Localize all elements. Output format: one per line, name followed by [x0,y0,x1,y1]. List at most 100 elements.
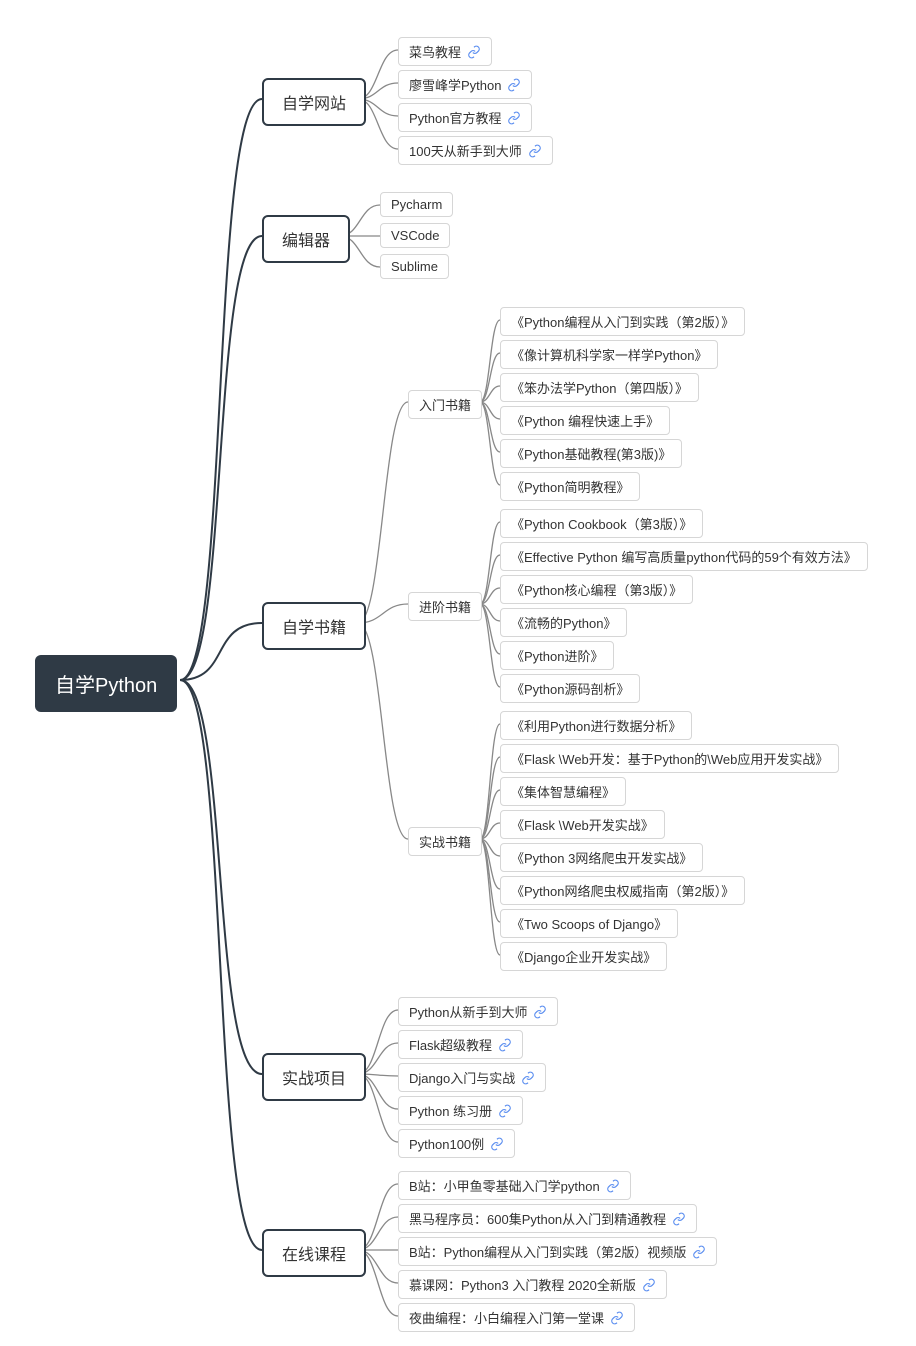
leaf-label: 廖雪峰学Python [409,75,501,94]
leaf-books_practice-7[interactable]: 《Django企业开发实战》 [500,942,667,971]
leaf-projects-1[interactable]: Flask超级教程 [398,1030,523,1059]
branch-label: 在线课程 [282,1247,346,1264]
link-icon [672,1212,686,1226]
leaf-courses-3[interactable]: 慕课网：Python3 入门教程 2020全新版 [398,1270,667,1299]
leaf-books_intro-2[interactable]: 《笨办法学Python（第四版）》 [500,373,699,402]
branch-websites[interactable]: 自学网站 [262,78,366,126]
leaf-editors-0[interactable]: Pycharm [380,192,453,217]
branch-books[interactable]: 自学书籍 [262,602,366,650]
leaf-label: 《集体智慧编程》 [511,782,615,801]
leaf-label: 《Flask \Web开发实战》 [511,815,654,834]
leaf-courses-2[interactable]: B站：Python编程从入门到实践（第2版）视频版 [398,1237,717,1266]
leaf-books_adv-1[interactable]: 《Effective Python 编写高质量python代码的59个有效方法》 [500,542,868,571]
leaf-label: 《Python编程从入门到实践（第2版）》 [511,312,734,331]
leaf-label: Sublime [391,259,438,274]
branch-label: 编辑器 [282,233,330,250]
leaf-books_practice-3[interactable]: 《Flask \Web开发实战》 [500,810,665,839]
leaf-label: 《Flask \Web开发：基于Python的\Web应用开发实战》 [511,749,828,768]
leaf-books_practice-0[interactable]: 《利用Python进行数据分析》 [500,711,692,740]
leaf-websites-3[interactable]: 100天从新手到大师 [398,136,553,165]
link-icon [642,1278,656,1292]
leaf-label: 《Python核心编程（第3版）》 [511,580,682,599]
subbranch-books-practice[interactable]: 实战书籍 [408,827,482,856]
leaf-label: 《Python Cookbook（第3版）》 [511,514,692,533]
leaf-books_adv-5[interactable]: 《Python源码剖析》 [500,674,640,703]
leaf-books_intro-0[interactable]: 《Python编程从入门到实践（第2版）》 [500,307,745,336]
leaf-projects-2[interactable]: Django入门与实战 [398,1063,546,1092]
leaf-editors-2[interactable]: Sublime [380,254,449,279]
leaf-books_intro-5[interactable]: 《Python简明教程》 [500,472,640,501]
leaf-label: 黑马程序员：600集Python从入门到精通教程 [409,1209,666,1228]
leaf-label: 《Python网络爬虫权威指南（第2版）》 [511,881,734,900]
leaf-books_adv-4[interactable]: 《Python进阶》 [500,641,614,670]
link-icon [610,1311,624,1325]
leaf-books_adv-2[interactable]: 《Python核心编程（第3版）》 [500,575,693,604]
leaf-label: 《Two Scoops of Django》 [511,914,667,933]
leaf-courses-0[interactable]: B站：小甲鱼零基础入门学python [398,1171,631,1200]
leaf-label: 《Python 3网络爬虫开发实战》 [511,848,692,867]
link-icon [498,1038,512,1052]
leaf-label: B站：小甲鱼零基础入门学python [409,1176,600,1195]
leaf-books_intro-1[interactable]: 《像计算机科学家一样学Python》 [500,340,718,369]
leaf-label: Python从新手到大师 [409,1002,527,1021]
subbranch-label: 实战书籍 [419,835,471,850]
link-icon [533,1005,547,1019]
leaf-projects-3[interactable]: Python 练习册 [398,1096,523,1125]
link-icon [467,45,481,59]
branch-projects[interactable]: 实战项目 [262,1053,366,1101]
leaf-label: B站：Python编程从入门到实践（第2版）视频版 [409,1242,686,1261]
leaf-websites-2[interactable]: Python官方教程 [398,103,532,132]
branch-label: 自学网站 [282,96,346,113]
leaf-label: Flask超级教程 [409,1035,492,1054]
link-icon [507,78,521,92]
leaf-courses-1[interactable]: 黑马程序员：600集Python从入门到精通教程 [398,1204,697,1233]
link-icon [490,1137,504,1151]
link-icon [507,111,521,125]
link-icon [692,1245,706,1259]
link-icon [528,144,542,158]
leaf-label: 《利用Python进行数据分析》 [511,716,681,735]
leaf-books_adv-0[interactable]: 《Python Cookbook（第3版）》 [500,509,703,538]
leaf-label: 菜鸟教程 [409,42,461,61]
leaf-label: 100天从新手到大师 [409,141,522,160]
leaf-label: 慕课网：Python3 入门教程 2020全新版 [409,1275,636,1294]
leaf-label: Python 练习册 [409,1101,492,1120]
leaf-label: VSCode [391,228,439,243]
leaf-websites-1[interactable]: 廖雪峰学Python [398,70,532,99]
subbranch-label: 入门书籍 [419,398,471,413]
leaf-books_intro-4[interactable]: 《Python基础教程(第3版)》 [500,439,682,468]
leaf-label: 《笨办法学Python（第四版）》 [511,378,688,397]
leaf-label: 《流畅的Python》 [511,613,616,632]
leaf-label: 《Python简明教程》 [511,477,629,496]
leaf-books_practice-6[interactable]: 《Two Scoops of Django》 [500,909,678,938]
leaf-label: 《Python 编程快速上手》 [511,411,659,430]
subbranch-books-adv[interactable]: 进阶书籍 [408,592,482,621]
leaf-editors-1[interactable]: VSCode [380,223,450,248]
branch-label: 实战项目 [282,1071,346,1088]
branch-editors[interactable]: 编辑器 [262,215,350,263]
leaf-label: 夜曲编程：小白编程入门第一堂课 [409,1308,604,1327]
leaf-books_practice-2[interactable]: 《集体智慧编程》 [500,777,626,806]
leaf-books_adv-3[interactable]: 《流畅的Python》 [500,608,627,637]
leaf-label: 《Django企业开发实战》 [511,947,656,966]
leaf-books_practice-4[interactable]: 《Python 3网络爬虫开发实战》 [500,843,703,872]
leaf-books_practice-5[interactable]: 《Python网络爬虫权威指南（第2版）》 [500,876,745,905]
leaf-label: 《Effective Python 编写高质量python代码的59个有效方法》 [511,547,857,566]
root-node[interactable]: 自学Python [35,655,177,712]
branch-courses[interactable]: 在线课程 [262,1229,366,1277]
subbranch-label: 进阶书籍 [419,600,471,615]
leaf-websites-0[interactable]: 菜鸟教程 [398,37,492,66]
leaf-books_practice-1[interactable]: 《Flask \Web开发：基于Python的\Web应用开发实战》 [500,744,839,773]
leaf-label: 《Python源码剖析》 [511,679,629,698]
leaf-label: Python100例 [409,1134,484,1153]
leaf-projects-4[interactable]: Python100例 [398,1129,515,1158]
leaf-label: Pycharm [391,197,442,212]
leaf-projects-0[interactable]: Python从新手到大师 [398,997,558,1026]
link-icon [521,1071,535,1085]
leaf-label: 《像计算机科学家一样学Python》 [511,345,707,364]
root-label: 自学Python [55,675,157,697]
leaf-label: 《Python基础教程(第3版)》 [511,444,671,463]
subbranch-books-intro[interactable]: 入门书籍 [408,390,482,419]
leaf-courses-4[interactable]: 夜曲编程：小白编程入门第一堂课 [398,1303,635,1332]
leaf-books_intro-3[interactable]: 《Python 编程快速上手》 [500,406,670,435]
